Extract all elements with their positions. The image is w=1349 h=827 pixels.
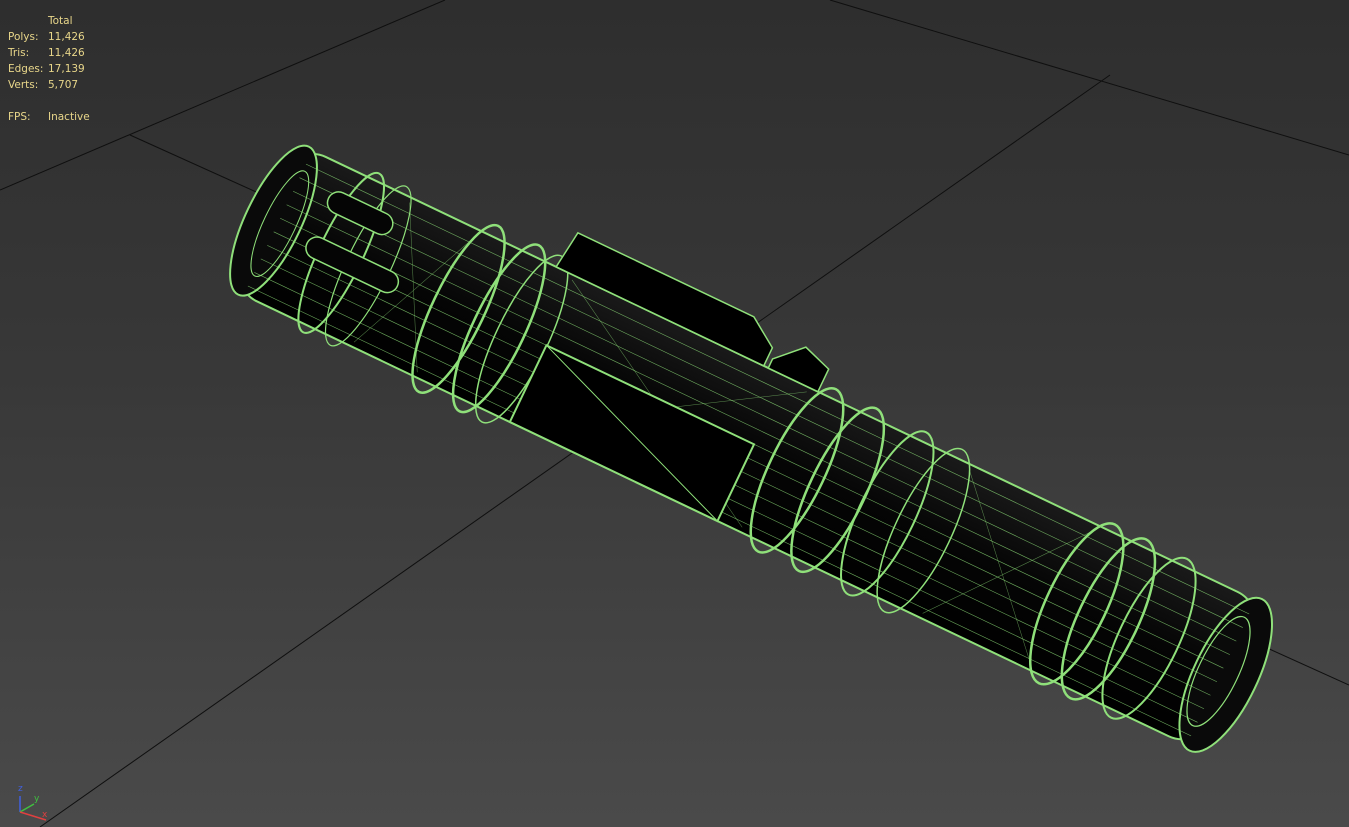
stats-row-edges: Edges: 17,139: [8, 61, 90, 77]
stats-label: Tris:: [8, 47, 30, 59]
fps-value: Inactive: [48, 111, 90, 123]
axis-x-label: x: [42, 810, 48, 820]
hilt-mesh: [229, 144, 1274, 753]
stats-label: Verts:: [8, 79, 39, 91]
axis-y-label: y: [34, 794, 40, 804]
stats-value: 11,426: [48, 31, 85, 43]
viewport-statistics: Total Polys: 11,426 Tris: 11,426 Edges: …: [8, 13, 90, 125]
grid-line: [829, 0, 1349, 156]
stats-row-fps: FPS: Inactive: [8, 109, 90, 125]
stats-row-verts: Verts: 5,707: [8, 77, 90, 93]
stats-label: Edges:: [8, 63, 44, 75]
stats-value: 17,139: [48, 63, 85, 75]
wireframe-scene[interactable]: [0, 0, 1349, 827]
axis-tripod-icon: z y x: [14, 782, 54, 822]
stats-value: 11,426: [48, 47, 85, 59]
stats-row-tris: Tris: 11,426: [8, 45, 90, 61]
axis-z-label: z: [18, 784, 23, 794]
3d-viewport[interactable]: Total Polys: 11,426 Tris: 11,426 Edges: …: [0, 0, 1349, 827]
stats-value: 5,707: [48, 79, 79, 91]
stats-label: Polys:: [8, 31, 39, 43]
fps-label: FPS:: [8, 111, 31, 123]
stats-header-row: Total: [8, 13, 90, 29]
stats-row-polys: Polys: 11,426: [8, 29, 90, 45]
stats-header: Total: [48, 15, 73, 27]
